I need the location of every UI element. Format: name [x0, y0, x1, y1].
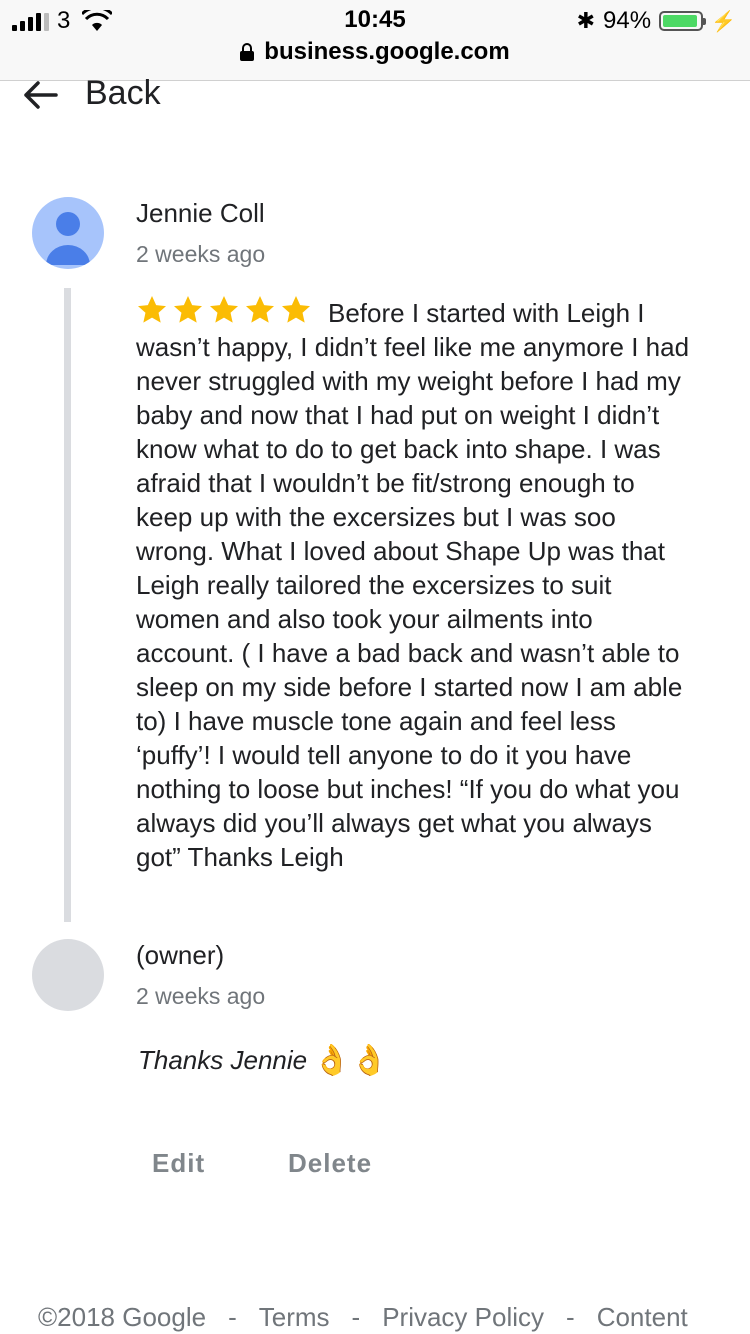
owner-label: (owner): [136, 940, 225, 970]
reply-timestamp: 2 weeks ago: [136, 983, 266, 1009]
address-bar[interactable]: business.google.com: [0, 38, 750, 66]
reply-text-container: Thanks Jennie 👌👌: [138, 1043, 388, 1078]
reviewer-avatar: [32, 197, 104, 269]
owner-avatar: [32, 939, 104, 1011]
lock-icon: [240, 43, 255, 61]
battery-percent: 94%: [603, 7, 652, 34]
edit-button[interactable]: Edit: [152, 1148, 205, 1179]
star-icon: [282, 296, 310, 323]
reviewer-name: Jennie Coll: [136, 198, 265, 228]
back-bar: Back: [0, 74, 750, 112]
star-icon: [210, 296, 238, 323]
footer-terms-link[interactable]: Terms: [259, 1302, 330, 1333]
footer-separator: -: [566, 1302, 575, 1332]
footer-content-link[interactable]: Content: [597, 1302, 688, 1333]
footer-separator: -: [351, 1302, 361, 1332]
footer: ©2018 Google - Terms - Privacy Policy - …: [38, 1302, 688, 1333]
person-icon: [46, 212, 90, 265]
star-icon: [174, 296, 202, 323]
battery-icon: [659, 11, 707, 31]
review-body: Before I started with Leigh I wasn’t hap…: [136, 294, 696, 874]
footer-copyright: ©2018 Google: [38, 1302, 207, 1332]
bluetooth-icon: ✱: [576, 8, 596, 33]
ok-hand-emoji: 👌👌: [313, 1044, 388, 1077]
status-bar: 3 10:45 ✱ 94% ⚡ business.google.com: [0, 0, 750, 81]
review-text: Before I started with Leigh I wasn’t hap…: [136, 298, 690, 872]
star-icon: [246, 296, 274, 323]
star-icon: [138, 296, 166, 323]
reply-text: Thanks Jennie: [138, 1045, 308, 1075]
url-text: business.google.com: [264, 38, 510, 65]
review-timestamp: 2 weeks ago: [136, 241, 266, 267]
star-rating: [136, 294, 312, 326]
charging-icon: ⚡: [711, 10, 736, 33]
back-arrow-icon[interactable]: [20, 80, 60, 110]
status-right: ✱ 94% ⚡: [577, 6, 736, 36]
back-button[interactable]: Back: [85, 74, 161, 113]
footer-separator: -: [228, 1302, 237, 1332]
delete-button[interactable]: Delete: [288, 1148, 372, 1179]
thread-line: [64, 288, 71, 922]
footer-privacy-link[interactable]: Privacy Policy: [382, 1302, 544, 1333]
